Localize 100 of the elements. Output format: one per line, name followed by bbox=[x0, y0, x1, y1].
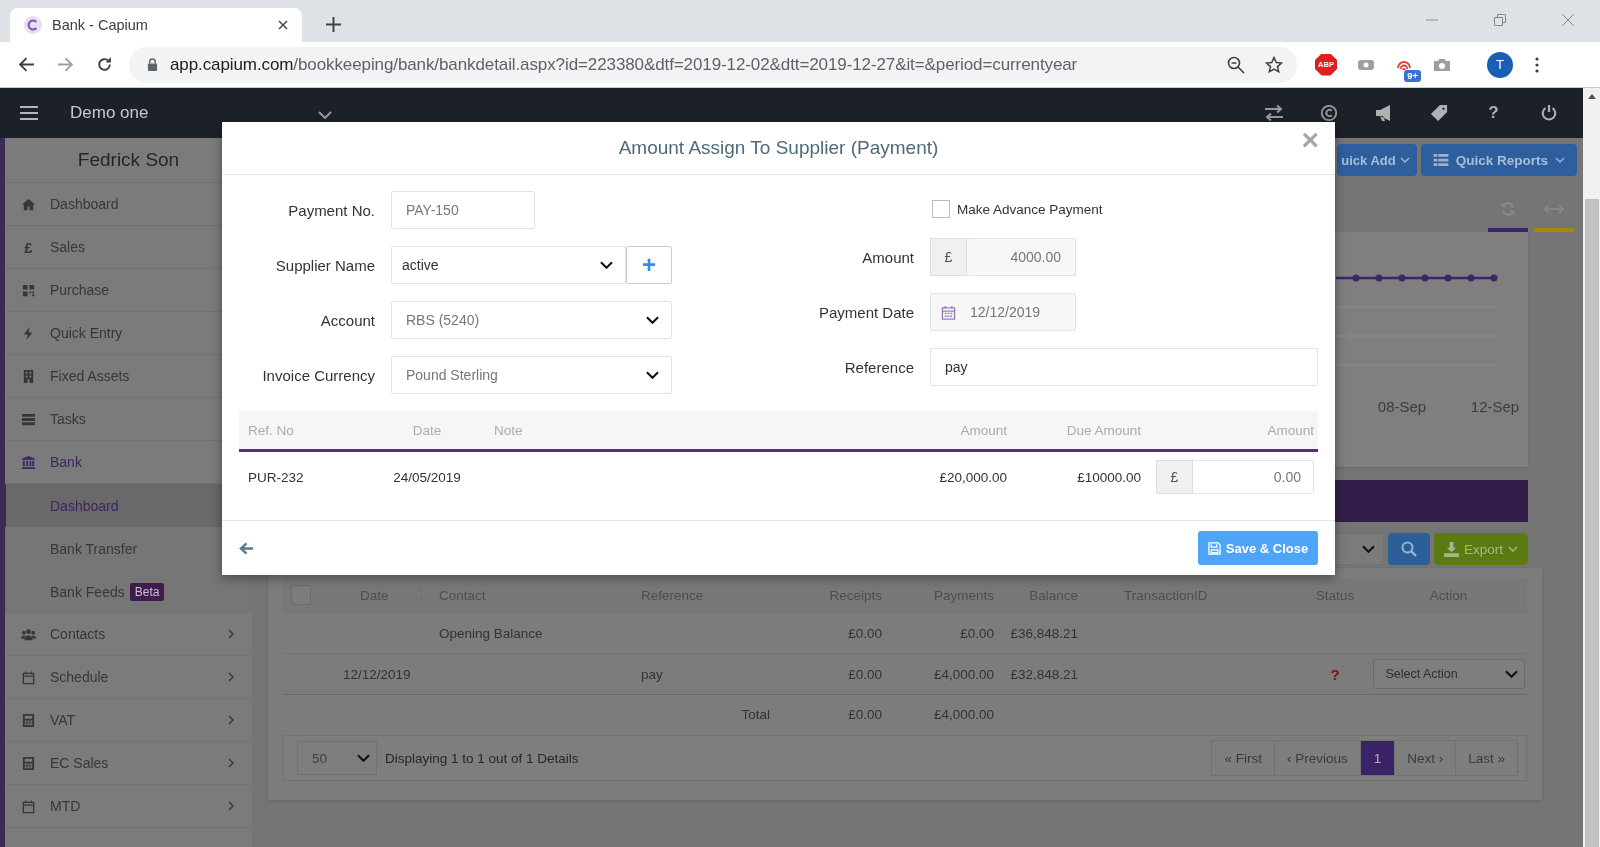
table-cell-text: £20,000.00 bbox=[938, 469, 1007, 485]
close-button[interactable]: × bbox=[1301, 125, 1319, 155]
table-cell: Opening Balance bbox=[439, 625, 543, 641]
column-header: Due Amount bbox=[1065, 422, 1141, 438]
reference-field[interactable]: pay bbox=[930, 348, 1318, 386]
chevron-right-icon bbox=[228, 801, 234, 811]
table-cell: £0.00 bbox=[848, 706, 882, 722]
transfer-icon[interactable] bbox=[1263, 104, 1284, 122]
calendar-icon bbox=[941, 304, 956, 320]
field-label: Invoice Currency bbox=[261, 366, 375, 384]
back-icon[interactable] bbox=[18, 56, 35, 73]
new-tab-icon[interactable] bbox=[326, 17, 341, 32]
sidebar-item[interactable]: Contacts bbox=[5, 613, 252, 656]
chevron-down-icon bbox=[646, 316, 659, 324]
grid-icon bbox=[21, 282, 36, 298]
checkbox-label: Make Advance Payment bbox=[957, 201, 1103, 217]
menu-icon[interactable] bbox=[20, 106, 38, 120]
page-button[interactable]: « First bbox=[1211, 740, 1275, 776]
field-label: Payment Date bbox=[817, 303, 914, 321]
help-button[interactable]: ? bbox=[1488, 103, 1499, 123]
field-label: Payment No. bbox=[287, 201, 375, 219]
page-button[interactable]: ‹ Previous bbox=[1273, 740, 1361, 776]
home-icon bbox=[21, 196, 36, 212]
chevron-right-icon bbox=[228, 715, 234, 725]
menu-icon[interactable] bbox=[1535, 56, 1539, 73]
data-point bbox=[1352, 274, 1360, 282]
sidebar-item[interactable]: VAT bbox=[5, 699, 252, 742]
zoom-icon[interactable] bbox=[1227, 55, 1245, 74]
beta-badge: Beta bbox=[129, 582, 165, 601]
toolbar-button[interactable]: Quick Reports bbox=[1420, 144, 1577, 176]
list-icon bbox=[1432, 153, 1449, 167]
table-cell: 12/12/2019 bbox=[343, 666, 411, 682]
status-icon: ? bbox=[1330, 665, 1340, 683]
tag-icon[interactable] bbox=[1428, 104, 1449, 122]
reload-icon[interactable] bbox=[96, 56, 113, 73]
address-field[interactable]: app.capium.com/bookkeeping/bank/bankdetail.aspx?id=223380&dtf=2019-12-02&dtt=2019-12-27&it=&period=currentyear bbox=[129, 46, 1297, 83]
select-field[interactable]: active bbox=[391, 246, 626, 284]
logo-icon bbox=[24, 16, 42, 34]
checkbox[interactable] bbox=[932, 200, 950, 218]
field-label: Amount bbox=[861, 248, 914, 266]
data-point bbox=[1375, 274, 1383, 282]
table-cell: £4,000.00 bbox=[933, 666, 994, 682]
star-icon[interactable] bbox=[1265, 55, 1283, 74]
chevron-down-icon bbox=[600, 261, 613, 269]
scrollbar-thumb[interactable] bbox=[1585, 199, 1599, 847]
circle-logo-icon[interactable] bbox=[1318, 104, 1339, 122]
calculator-icon bbox=[21, 755, 36, 771]
calculator-icon bbox=[21, 712, 36, 728]
close-icon[interactable] bbox=[278, 20, 288, 30]
profile-button[interactable]: T bbox=[1487, 51, 1513, 78]
restore-icon[interactable] bbox=[1494, 14, 1506, 26]
pagination-summary: Displaying 1 to 1 out of 1 Details bbox=[385, 750, 579, 766]
chevron-down-icon bbox=[1504, 670, 1518, 678]
calendar-icon bbox=[21, 669, 36, 685]
bank-icon bbox=[21, 454, 36, 470]
page-button[interactable]: 1 bbox=[1359, 740, 1396, 776]
action-select[interactable]: Select Action bbox=[1372, 659, 1525, 689]
arrow-left-icon[interactable] bbox=[239, 541, 254, 555]
calendar-icon bbox=[21, 798, 36, 814]
tab-title: Bank - Capium bbox=[52, 17, 149, 33]
chevron-down-icon bbox=[646, 371, 659, 379]
toolbar-button[interactable]: uick Add bbox=[1337, 144, 1417, 176]
table-cell: £0.00 bbox=[848, 666, 882, 682]
table-cell: £36,848.21 bbox=[1010, 625, 1078, 641]
currency-addon: £ bbox=[930, 238, 967, 276]
sidebar-item[interactable]: EC Sales bbox=[5, 742, 252, 785]
data-point bbox=[1467, 274, 1475, 282]
page-button[interactable]: Next › bbox=[1394, 740, 1457, 776]
axis-label: 12-Sep bbox=[1469, 398, 1521, 415]
chevron-down-icon bbox=[1508, 546, 1518, 552]
page-size-select[interactable]: 50 bbox=[297, 741, 377, 775]
table-cell: £32,848.21 bbox=[1010, 666, 1078, 682]
save-icon bbox=[1207, 541, 1221, 555]
browser-tab[interactable]: Bank - Capium bbox=[10, 8, 302, 42]
column-header: Amount bbox=[1266, 422, 1315, 438]
add-button[interactable]: + bbox=[626, 246, 672, 284]
url-text: app.capium.com/bookkeeping/bank/bankdetail.aspx?id=223380&dtf=2019-12-02&dtt=2019-12-27&it=&period=currentyear bbox=[170, 54, 1078, 75]
total-label: Total bbox=[741, 706, 770, 722]
chevron-down-icon[interactable] bbox=[318, 111, 332, 119]
chevron-down-icon bbox=[357, 754, 370, 762]
sidebar-subitem[interactable]: Bank Feeds Beta bbox=[1, 570, 252, 613]
chevron-down-icon bbox=[1555, 157, 1565, 163]
forward-icon[interactable] bbox=[57, 56, 74, 73]
table-cell-text: £10000.00 bbox=[1076, 469, 1141, 485]
save-close-button[interactable]: Save & Close bbox=[1198, 531, 1318, 565]
chevron-right-icon bbox=[228, 672, 234, 682]
page-button[interactable]: Last » bbox=[1455, 740, 1518, 776]
axis-label: 08-Sep bbox=[1376, 398, 1428, 415]
scroll-up-icon[interactable] bbox=[1588, 94, 1596, 99]
table-cell: £0.00 bbox=[960, 625, 994, 641]
export-button[interactable]: Export bbox=[1434, 533, 1528, 565]
chevron-right-icon bbox=[228, 758, 234, 768]
sidebar-item[interactable]: MTD bbox=[5, 785, 252, 828]
amount-field[interactable]: 0.00 bbox=[1193, 460, 1314, 494]
search-button[interactable] bbox=[1388, 533, 1430, 565]
notification-badge: 9+ bbox=[1404, 69, 1421, 82]
table-cell-text: 24/05/2019 bbox=[392, 469, 462, 485]
download-icon bbox=[1444, 541, 1459, 557]
sidebar-item[interactable]: Schedule bbox=[5, 656, 252, 699]
field-label: Reference bbox=[843, 358, 914, 376]
